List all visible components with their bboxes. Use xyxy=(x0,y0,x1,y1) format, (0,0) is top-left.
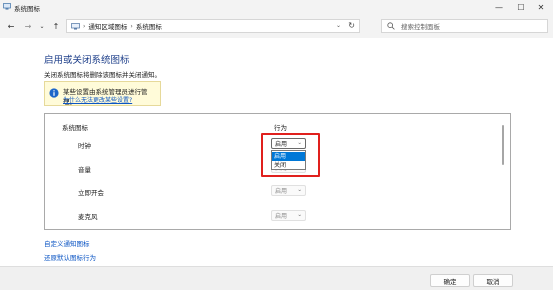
admin-notice: 某些设置由系统管理员进行管理。 为什么无法更改某些设置? xyxy=(44,81,161,106)
title-bar: 系统图标 — ☐ ✕ xyxy=(0,0,553,14)
window-title: 系统图标 xyxy=(14,5,40,13)
breadcrumb-notification-area[interactable]: 通知区域图标 xyxy=(88,21,127,31)
row-label-microphone: 麦克风 xyxy=(78,213,98,221)
address-dropdown-icon[interactable]: ⌄ xyxy=(336,22,341,29)
page-title: 启用或关闭系统图标 xyxy=(44,55,130,66)
search-box[interactable]: 搜索控制面板 xyxy=(381,19,548,33)
scrollbar-thumb[interactable] xyxy=(502,125,504,165)
dialog-button-bar: 确定 取消 xyxy=(0,266,553,290)
option-enable[interactable]: 启用 xyxy=(272,152,305,161)
dropdown-value: 启用 xyxy=(275,188,288,195)
maximize-button[interactable]: ☐ xyxy=(511,0,531,14)
back-button[interactable]: ← xyxy=(5,20,17,32)
breadcrumb-system-icons[interactable]: 系统图标 xyxy=(136,21,162,31)
cancel-button[interactable]: 取消 xyxy=(473,274,513,287)
chevron-down-icon: ⌄ xyxy=(297,187,302,193)
customize-notification-icons-link[interactable]: 自定义通知图标 xyxy=(44,238,90,248)
ok-button[interactable]: 确定 xyxy=(430,274,470,287)
row-label-meet-now: 立即开会 xyxy=(78,189,104,197)
address-bar[interactable]: › 通知区域图标 › 系统图标 ⌄ ↻ xyxy=(66,19,360,33)
row-label-volume: 音量 xyxy=(78,166,91,174)
restore-default-behavior-link[interactable]: 还原默认图标行为 xyxy=(44,252,96,262)
main-content: 启用或关闭系统图标 关闭系统图标将删除该图标并关闭通知。 某些设置由系统管理员进… xyxy=(0,38,553,266)
navigation-bar: ← → ⌄ ↑ › 通知区域图标 › 系统图标 ⌄ ↻ 搜索控制面板 xyxy=(0,14,553,38)
meet-now-behavior-dropdown[interactable]: 启用 ⌄ xyxy=(271,185,306,196)
chevron-down-icon: ⌄ xyxy=(297,140,302,146)
breadcrumb-separator: › xyxy=(130,22,133,30)
page-description: 关闭系统图标将删除该图标并关闭通知。 xyxy=(44,71,161,79)
why-cannot-change-link[interactable]: 为什么无法更改某些设置? xyxy=(63,95,132,104)
minimize-button[interactable]: — xyxy=(489,0,509,14)
search-icon xyxy=(387,22,395,30)
system-icons-list: 系统图标 行为 时钟 启用 ⌄ 音量 启用 ⌄ 立即开会 启用 ⌄ 麦克风 启用… xyxy=(44,113,511,230)
refresh-icon[interactable]: ↻ xyxy=(348,21,355,30)
chevron-down-icon: ⌄ xyxy=(297,212,302,218)
dropdown-value: 启用 xyxy=(275,141,288,148)
up-button[interactable]: ↑ xyxy=(50,20,62,32)
search-input[interactable]: 搜索控制面板 xyxy=(401,21,440,31)
clock-behavior-options: 启用 关闭 xyxy=(271,150,306,170)
list-scrollbar[interactable] xyxy=(501,120,505,226)
microphone-behavior-dropdown[interactable]: 启用 ⌄ xyxy=(271,210,306,221)
dropdown-value: 启用 xyxy=(275,213,288,220)
option-disable[interactable]: 关闭 xyxy=(272,161,305,170)
control-panel-icon xyxy=(71,22,80,29)
column-header-icon: 系统图标 xyxy=(62,124,88,132)
breadcrumb-separator: › xyxy=(83,22,86,30)
app-icon xyxy=(3,3,11,10)
recent-locations-button[interactable]: ⌄ xyxy=(36,20,48,32)
info-icon xyxy=(49,88,59,98)
column-header-behavior: 行为 xyxy=(274,124,287,132)
row-label-clock: 时钟 xyxy=(78,142,91,150)
forward-button[interactable]: → xyxy=(22,20,34,32)
clock-behavior-dropdown[interactable]: 启用 ⌄ xyxy=(271,138,306,149)
close-button[interactable]: ✕ xyxy=(531,0,551,14)
